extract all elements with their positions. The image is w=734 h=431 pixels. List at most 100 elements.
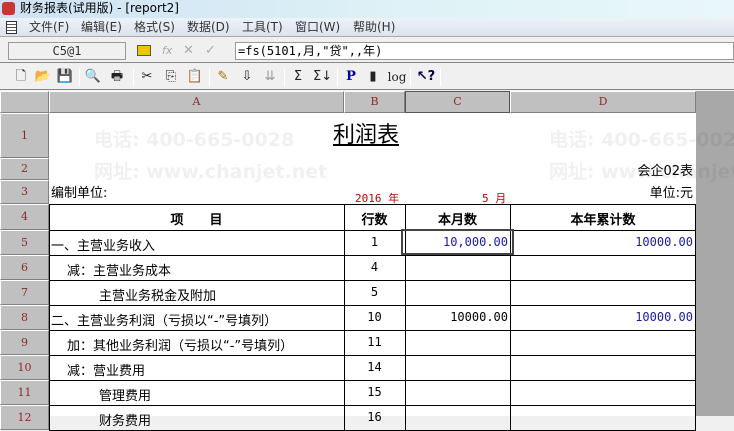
row-header[interactable]: 12	[0, 405, 49, 430]
current-month-value[interactable]: 10,000.00	[401, 229, 514, 255]
line-number: 14	[367, 360, 382, 374]
grid-line	[405, 204, 406, 430]
menu-bar: 文件(F) 编辑(E) 格式(S) 数据(D) 工具(T) 窗口(W) 帮助(H…	[0, 18, 734, 37]
grid-line	[49, 305, 696, 306]
row-header[interactable]: 5	[0, 230, 49, 255]
menu-window[interactable]: 窗口(W)	[295, 18, 340, 36]
column-header-b[interactable]: B	[344, 91, 405, 113]
print-icon[interactable]: 🖶	[108, 68, 126, 86]
toolbar-separator	[284, 68, 285, 86]
toolbar-separator	[440, 68, 441, 86]
sort-asc-icon[interactable]: ⇩	[238, 68, 256, 86]
report-sheet[interactable]: 利润表 会企02表 编制单位: 2016 年 5 月 单位:元 项 目行数 本月数…	[49, 113, 734, 431]
window-title: 财务报表(试用版) - [report2]	[20, 1, 179, 15]
column-header-c[interactable]: C	[405, 91, 510, 113]
row-header[interactable]: 11	[0, 380, 49, 405]
keyboard-icon[interactable]	[137, 45, 151, 56]
bookmark-icon[interactable]: ▮	[364, 68, 382, 86]
header-year-to-date: 本年累计数	[570, 213, 636, 228]
line-item-label: 财务费用	[99, 414, 152, 429]
watermark-site: 网址: www.chanjet.net	[94, 161, 328, 183]
line-item-label: 二、主营业务利润（亏损以“-”号填列）	[51, 314, 278, 329]
line-number: 4	[370, 260, 379, 274]
row-header[interactable]: 3	[0, 180, 49, 204]
row-header[interactable]: 9	[0, 330, 49, 355]
line-item-label: 一、主营业务收入	[51, 239, 156, 254]
menu-data[interactable]: 数据(D)	[187, 18, 230, 36]
line-item-label: 减：营业费用	[67, 364, 146, 379]
compiling-unit-label: 编制单位:	[51, 186, 108, 201]
line-number: 11	[367, 335, 382, 349]
report-title: 利润表	[333, 123, 400, 148]
grid-line	[49, 405, 696, 406]
current-month-value[interactable]: 10000.00	[407, 310, 508, 324]
log-icon[interactable]: log	[386, 68, 408, 86]
toolbar-separator	[209, 68, 210, 86]
formula-bar: C5@1 fx ✕ ✓ =fs(5101,月,"贷",,年)	[0, 39, 734, 63]
menu-edit[interactable]: 编辑(E)	[81, 18, 122, 36]
help-pointer-icon[interactable]: ↖?	[415, 68, 437, 86]
save-icon[interactable]: 💾	[56, 68, 74, 86]
toolbar-separator	[133, 68, 134, 86]
year-to-date-value[interactable]: 10000.00	[510, 310, 693, 324]
header-item: 项 目	[170, 213, 223, 228]
grid-line	[49, 380, 696, 381]
cancel-button[interactable]: ✕	[183, 42, 194, 60]
line-item-label: 主营业务税金及附加	[99, 289, 217, 304]
toolbar: 🗋 📂 💾 🔍 🖶 ✂ ⎘ 📋 ✎ ⇩ ⇊ Σ Σ↓ P ▮ log ↖?	[0, 64, 734, 90]
confirm-button[interactable]: ✓	[205, 42, 216, 60]
menu-format[interactable]: 格式(S)	[134, 18, 175, 36]
line-number: 5	[370, 285, 379, 299]
new-file-icon[interactable]: 🗋	[12, 68, 30, 86]
line-item-label: 减：主营业务成本	[67, 264, 172, 279]
row-header[interactable]: 6	[0, 255, 49, 280]
row-header[interactable]: 7	[0, 280, 49, 305]
format-brush-icon[interactable]: ✎	[214, 68, 232, 86]
grid-line	[49, 355, 696, 356]
print-preview-icon[interactable]: 🔍	[84, 68, 102, 86]
header-current-month: 本月数	[437, 213, 477, 228]
row-header[interactable]: 8	[0, 305, 49, 330]
menu-tools[interactable]: 工具(T)	[242, 18, 283, 36]
row-header[interactable]: 1	[0, 113, 49, 158]
title-bar: 财务报表(试用版) - [report2]	[0, 0, 734, 18]
sort-desc-icon[interactable]: ⇊	[261, 68, 279, 86]
line-number: 16	[367, 410, 382, 424]
column-header-d[interactable]: D	[510, 91, 696, 113]
sum-down-icon[interactable]: Σ↓	[313, 68, 332, 86]
toolbar-separator	[79, 68, 80, 86]
formula-input[interactable]: =fs(5101,月,"贷",,年)	[235, 42, 734, 60]
row-header[interactable]: 2	[0, 158, 49, 180]
line-number: 10	[367, 310, 382, 324]
cell-reference-box[interactable]: C5@1	[8, 42, 126, 60]
line-number: 15	[367, 385, 382, 399]
select-all-corner[interactable]	[0, 91, 49, 113]
toolbar-separator	[337, 68, 338, 86]
year-to-date-value[interactable]: 10000.00	[510, 235, 693, 249]
cut-icon[interactable]: ✂	[138, 68, 156, 86]
form-number: 会企02表	[637, 164, 693, 179]
row-header[interactable]: 10	[0, 355, 49, 380]
grid-line	[695, 204, 696, 430]
watermark-phone: 电话: 400-665-0028	[94, 129, 295, 151]
line-item-label: 管理费用	[99, 389, 152, 404]
toolbar-separator	[410, 68, 411, 86]
open-folder-icon[interactable]: 📂	[34, 68, 52, 86]
copy-icon[interactable]: ⎘	[162, 68, 180, 86]
grid-line	[49, 230, 696, 231]
menu-file[interactable]: 文件(F)	[29, 18, 69, 36]
column-header-a[interactable]: A	[49, 91, 344, 113]
sum-icon[interactable]: Σ	[289, 68, 307, 86]
spreadsheet-grid: A B C D 1 2 3 4 5 6 7 8 9 10 11 12 利润表 会…	[0, 91, 734, 431]
p-icon[interactable]: P	[342, 68, 360, 86]
row-header[interactable]: 4	[0, 204, 49, 230]
paste-icon[interactable]: 📋	[186, 68, 204, 86]
fx-button[interactable]: fx	[162, 42, 172, 60]
line-number: 1	[370, 235, 379, 249]
line-item-label: 加：其他业务利润（亏损以“-”号填列）	[67, 339, 294, 354]
document-icon[interactable]	[6, 21, 17, 34]
menu-help[interactable]: 帮助(H)	[353, 18, 395, 36]
header-line-no: 行数	[361, 213, 388, 228]
grid-line	[49, 255, 696, 256]
currency-unit: 单位:元	[649, 186, 693, 201]
